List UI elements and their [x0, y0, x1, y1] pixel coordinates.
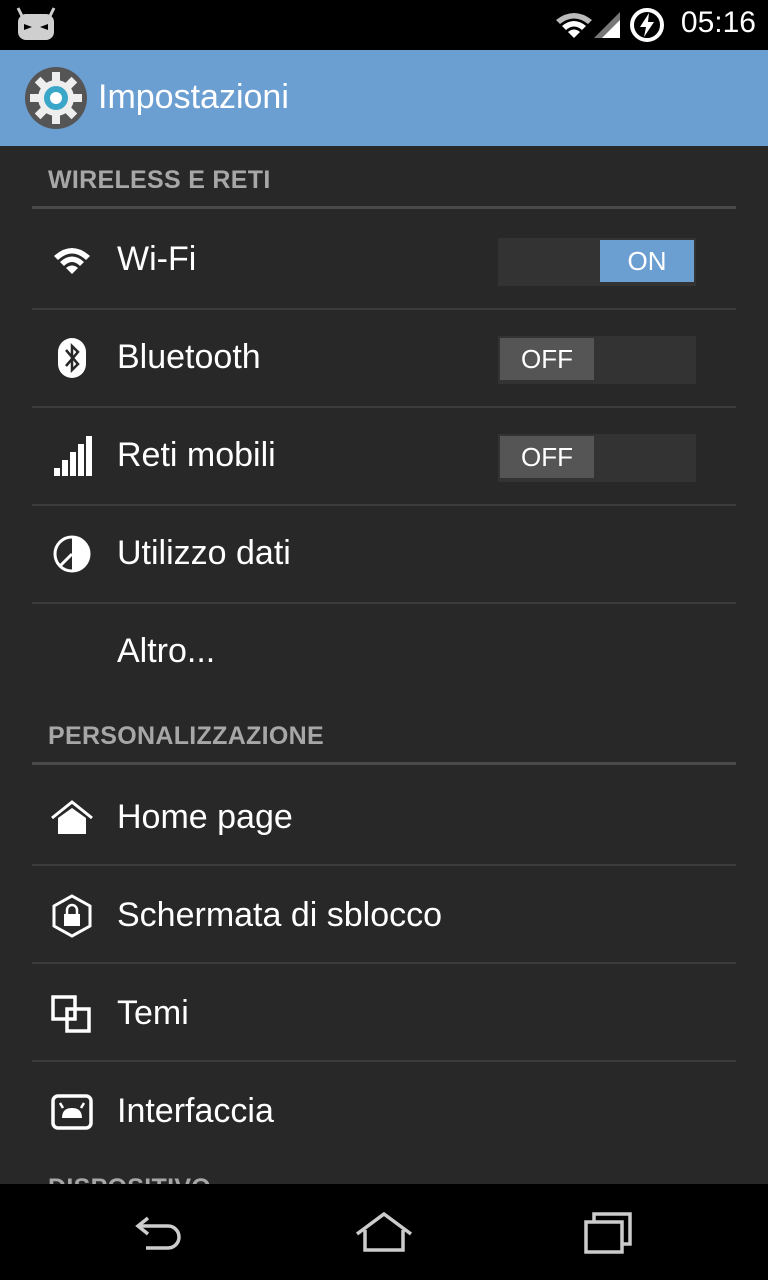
toggle-knob: OFF	[500, 338, 594, 380]
setting-interface[interactable]: Interfaccia	[0, 1062, 768, 1160]
section-header-personalization: PERSONALIZZAZIONE	[48, 722, 324, 750]
recents-icon[interactable]	[574, 1208, 644, 1258]
battery-charging-icon	[630, 8, 664, 42]
data-usage-icon	[53, 535, 91, 573]
signal-icon	[594, 12, 620, 38]
toggle-knob: ON	[600, 240, 694, 282]
page-title: Impostazioni	[98, 78, 289, 116]
setting-home-page[interactable]: Home page	[0, 768, 768, 866]
setting-label: Altro...	[117, 632, 216, 670]
setting-mobile-networks[interactable]: Reti mobili OFF	[0, 406, 768, 504]
bluetooth-toggle[interactable]: OFF	[498, 336, 696, 384]
wifi-icon	[54, 248, 90, 274]
setting-label: Schermata di sblocco	[117, 896, 443, 934]
toggle-knob: OFF	[500, 436, 594, 478]
wifi-toggle[interactable]: ON	[498, 238, 696, 286]
setting-label: Interfaccia	[117, 1092, 274, 1130]
home-icon	[51, 800, 93, 834]
wifi-icon	[556, 13, 592, 38]
mobile-networks-toggle[interactable]: OFF	[498, 434, 696, 482]
setting-themes[interactable]: Temi	[0, 964, 768, 1062]
setting-data-usage[interactable]: Utilizzo dati	[0, 504, 768, 602]
status-bar: 05:16	[0, 0, 768, 50]
signal-bars-icon	[54, 436, 92, 476]
section-divider	[32, 762, 736, 765]
lock-icon	[52, 894, 92, 938]
cyanogen-android-icon	[16, 7, 56, 40]
settings-list[interactable]: WIRELESS E RETI Wi-Fi ON Bluetooth OFF R…	[0, 146, 768, 1184]
setting-label: Bluetooth	[117, 338, 261, 376]
clock: 05:16	[680, 6, 756, 39]
section-header-device: DISPOSITIVO	[48, 1174, 211, 1184]
setting-wifi[interactable]: Wi-Fi ON	[0, 210, 768, 308]
home-icon[interactable]	[349, 1208, 419, 1258]
interface-icon	[51, 1094, 93, 1130]
setting-lock-screen[interactable]: Schermata di sblocco	[0, 866, 768, 964]
setting-label: Utilizzo dati	[117, 534, 291, 572]
settings-gear-icon[interactable]	[24, 66, 88, 130]
navigation-bar	[0, 1184, 768, 1280]
action-bar: Impostazioni	[0, 50, 768, 146]
bluetooth-icon	[58, 338, 86, 378]
setting-label: Temi	[117, 994, 189, 1032]
section-divider	[32, 206, 736, 209]
setting-label: Home page	[117, 798, 293, 836]
back-icon[interactable]	[126, 1208, 196, 1258]
setting-label: Reti mobili	[117, 436, 276, 474]
setting-more[interactable]: Altro...	[0, 602, 768, 700]
section-header-wireless: WIRELESS E RETI	[48, 166, 271, 194]
themes-icon	[51, 995, 91, 1033]
setting-bluetooth[interactable]: Bluetooth OFF	[0, 308, 768, 406]
setting-label: Wi-Fi	[117, 240, 197, 278]
